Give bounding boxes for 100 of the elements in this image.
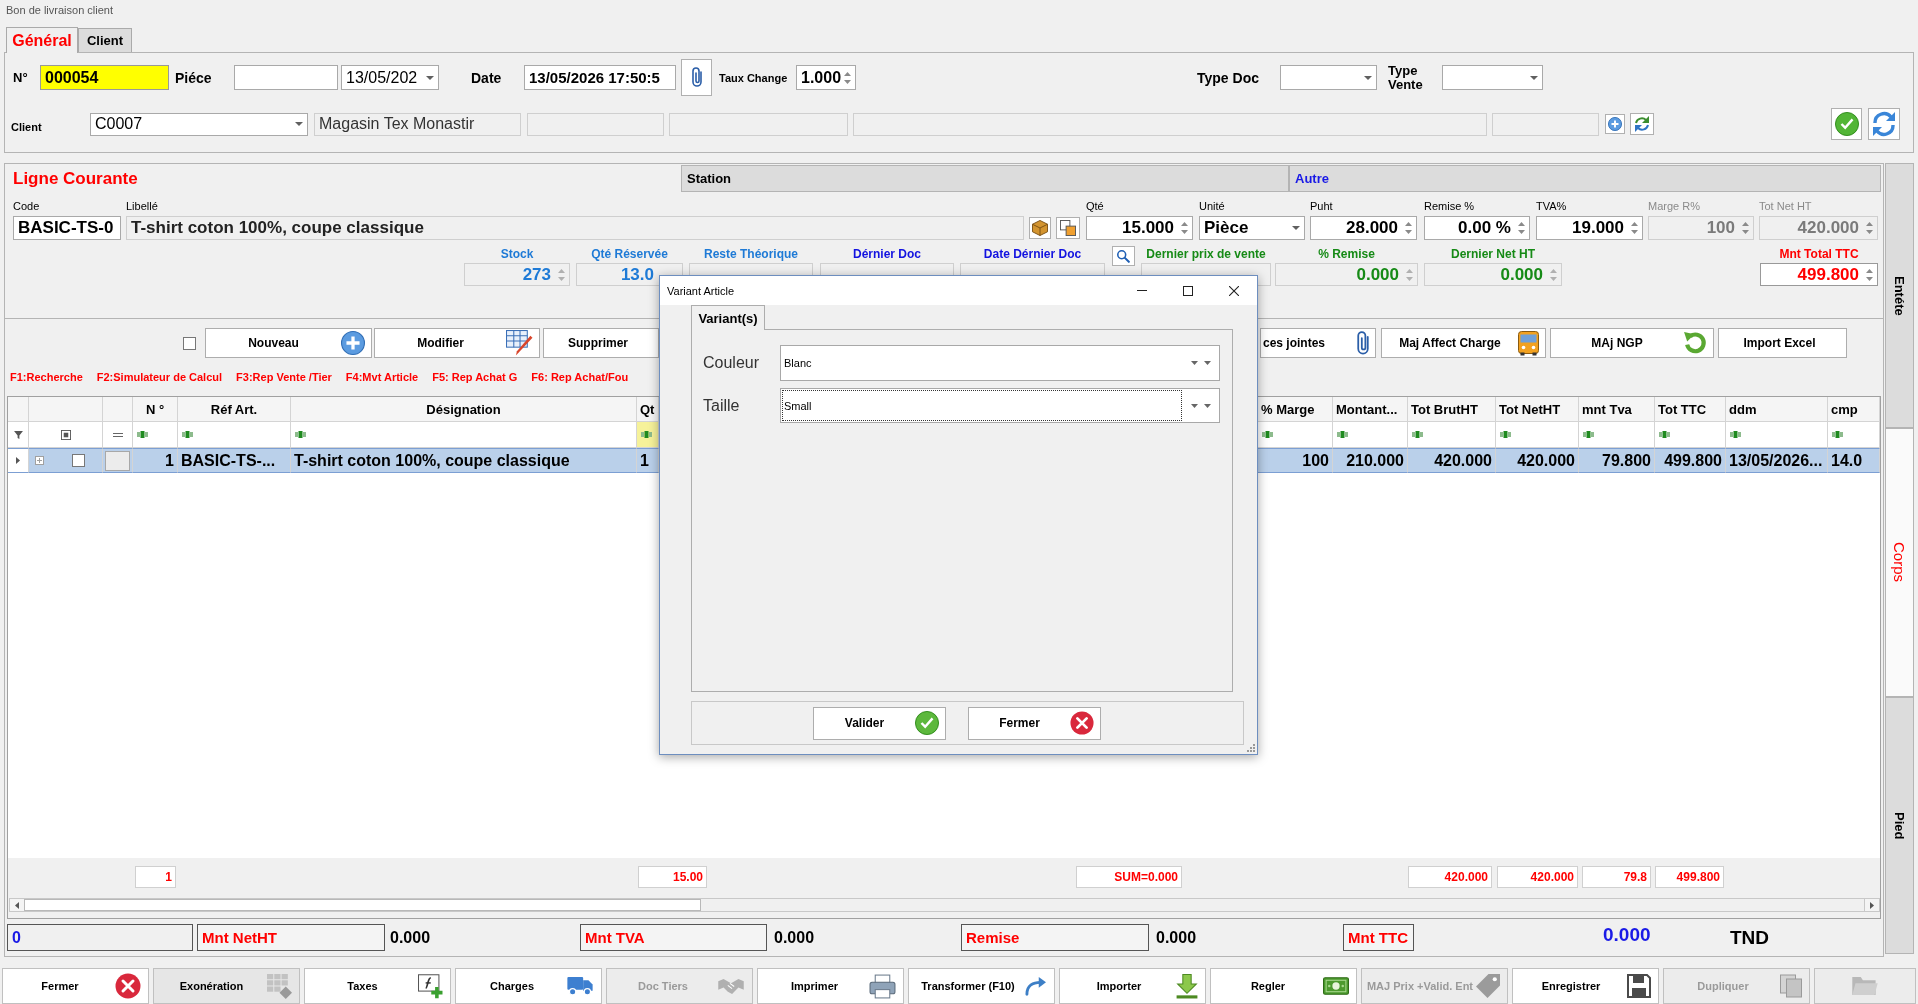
filter-field[interactable] — [178, 422, 291, 448]
field-label: Qté — [1086, 199, 1105, 214]
date-field[interactable]: 13/05/2026 17:50:5 — [524, 65, 676, 90]
client-dropdown[interactable]: C0007 — [90, 112, 308, 136]
action-button[interactable]: Import Excel — [1718, 328, 1847, 358]
stat-label: Reste Théorique — [704, 246, 798, 262]
checkbox[interactable] — [72, 454, 85, 467]
text-filter-icon — [137, 431, 148, 438]
toolbar-button[interactable]: Transformer (F10) — [908, 968, 1055, 1004]
refresh-button[interactable] — [1630, 113, 1654, 135]
filter-field[interactable] — [637, 422, 659, 448]
filter-field[interactable] — [1333, 422, 1408, 448]
filter-field[interactable] — [1655, 422, 1726, 448]
text-field[interactable] — [853, 112, 1487, 136]
column-header[interactable] — [103, 397, 133, 422]
variant-button[interactable] — [1056, 217, 1080, 239]
tab[interactable]: Client — [78, 28, 132, 52]
stat-label: Qté Réservée — [591, 246, 668, 262]
toolbar-button[interactable]: Taxes — [304, 968, 451, 1004]
stat-field[interactable]: 273 — [464, 263, 570, 286]
date-dropdown[interactable]: 13/05/202 — [341, 65, 439, 90]
confirm-button[interactable] — [1831, 108, 1862, 140]
side-tab[interactable]: Pied — [1885, 697, 1914, 954]
piece-label: Piéce — [175, 69, 213, 86]
action-button[interactable]: Maj Affect Charge — [1381, 328, 1546, 358]
side-tab[interactable]: Corps — [1885, 428, 1914, 697]
action-button[interactable]: Modifier — [374, 328, 540, 358]
number-field[interactable]: 0.00 % — [1424, 216, 1530, 240]
total-field[interactable]: 499.800 — [1760, 263, 1878, 286]
summary-cell: 1 — [135, 866, 176, 888]
number-field[interactable]: 28.000 — [1310, 216, 1417, 240]
dropdown-field[interactable]: Blanc — [780, 345, 1220, 381]
filter-field[interactable] — [133, 422, 178, 448]
table-cell: 499.800 — [1655, 448, 1726, 473]
article-button[interactable] — [1029, 217, 1051, 239]
text-field[interactable] — [527, 112, 664, 136]
text-field[interactable] — [1492, 112, 1599, 136]
refresh-button[interactable] — [1868, 108, 1900, 140]
exchange-rate-field[interactable]: 1.000 — [796, 65, 856, 90]
dialog-button[interactable]: Valider — [813, 706, 946, 740]
field-label: Couleur — [702, 354, 761, 372]
tab[interactable]: Général — [6, 27, 78, 53]
horizontal-scrollbar[interactable] — [9, 898, 1880, 912]
toolbar-button[interactable]: Imprimer — [757, 968, 904, 1004]
dialog-button[interactable]: Fermer — [968, 706, 1101, 740]
filter-field[interactable] — [1258, 422, 1333, 448]
text-filter-icon — [1262, 431, 1273, 438]
number-field[interactable]: 19.000 — [1536, 216, 1643, 240]
toolbar-button[interactable]: Importer — [1059, 968, 1206, 1004]
toolbar-button[interactable]: Enregistrer — [1512, 968, 1659, 1004]
column-header[interactable] — [8, 397, 29, 422]
left-arrow-icon[interactable] — [15, 901, 19, 909]
number-field[interactable]: 000054 — [40, 65, 169, 90]
toolbar-button[interactable]: Exonération — [153, 968, 300, 1004]
side-tab[interactable]: Entéte — [1885, 163, 1914, 428]
code-field[interactable]: BASIC-TS-0 — [13, 216, 121, 240]
action-button[interactable]: ces jointes — [1260, 328, 1376, 358]
shortcut-hint: F4:Mvt Article — [345, 371, 419, 383]
type-doc-dropdown[interactable] — [1280, 65, 1377, 90]
tab[interactable]: Variant(s) — [691, 305, 765, 330]
stat-field[interactable]: 0.000 — [1424, 263, 1562, 286]
text-filter-icon — [1583, 431, 1594, 438]
stat-label: Dernier prix de vente — [1146, 246, 1266, 262]
column-header[interactable] — [29, 397, 103, 422]
filter-field[interactable] — [1726, 422, 1828, 448]
stat-field[interactable]: 0.000 — [1275, 263, 1418, 286]
filter-field[interactable] — [291, 422, 637, 448]
client-name-field[interactable]: Magasin Tex Monastir — [314, 112, 521, 136]
filter-field[interactable] — [1579, 422, 1655, 448]
checkbox[interactable] — [183, 336, 196, 350]
filter-field[interactable] — [1496, 422, 1579, 448]
description-field[interactable]: T-shirt coton 100%, coupe classique — [126, 216, 1024, 240]
paperclip-icon — [691, 67, 702, 88]
search-button[interactable] — [1112, 246, 1135, 266]
text-field[interactable] — [669, 112, 848, 136]
dropdown-field[interactable]: Small — [780, 388, 1220, 423]
folder-icon — [1852, 977, 1878, 995]
action-button[interactable]: Nouveau — [205, 328, 372, 358]
number-field[interactable]: Pièce — [1199, 216, 1305, 240]
spinner-arrows-icon — [1181, 222, 1188, 234]
action-button[interactable]: Supprimer — [543, 328, 659, 358]
right-arrow-icon[interactable] — [1870, 901, 1874, 909]
toolbar-button[interactable]: Regler — [1210, 968, 1357, 1004]
add-button[interactable] — [1605, 114, 1625, 134]
filter-field[interactable] — [1408, 422, 1496, 448]
stat-label: Stock — [500, 246, 534, 262]
section-header: Station — [681, 165, 1289, 192]
row-button[interactable] — [105, 450, 130, 471]
action-button[interactable]: MAj NGP — [1550, 328, 1714, 358]
attach-button[interactable] — [681, 59, 712, 96]
dropdown-arrow-icon — [1292, 226, 1300, 230]
piece-field[interactable] — [234, 65, 338, 90]
currency-label: TND — [1730, 926, 1770, 949]
filter-field[interactable] — [1828, 422, 1880, 448]
spinner-arrows-icon — [1550, 268, 1557, 281]
number-field[interactable]: 15.000 — [1086, 216, 1193, 240]
type-vente-dropdown[interactable] — [1442, 65, 1543, 90]
toolbar-button[interactable]: Charges — [455, 968, 602, 1004]
toolbar-button[interactable]: Fermer — [2, 968, 149, 1004]
table-edit-icon — [506, 330, 533, 356]
